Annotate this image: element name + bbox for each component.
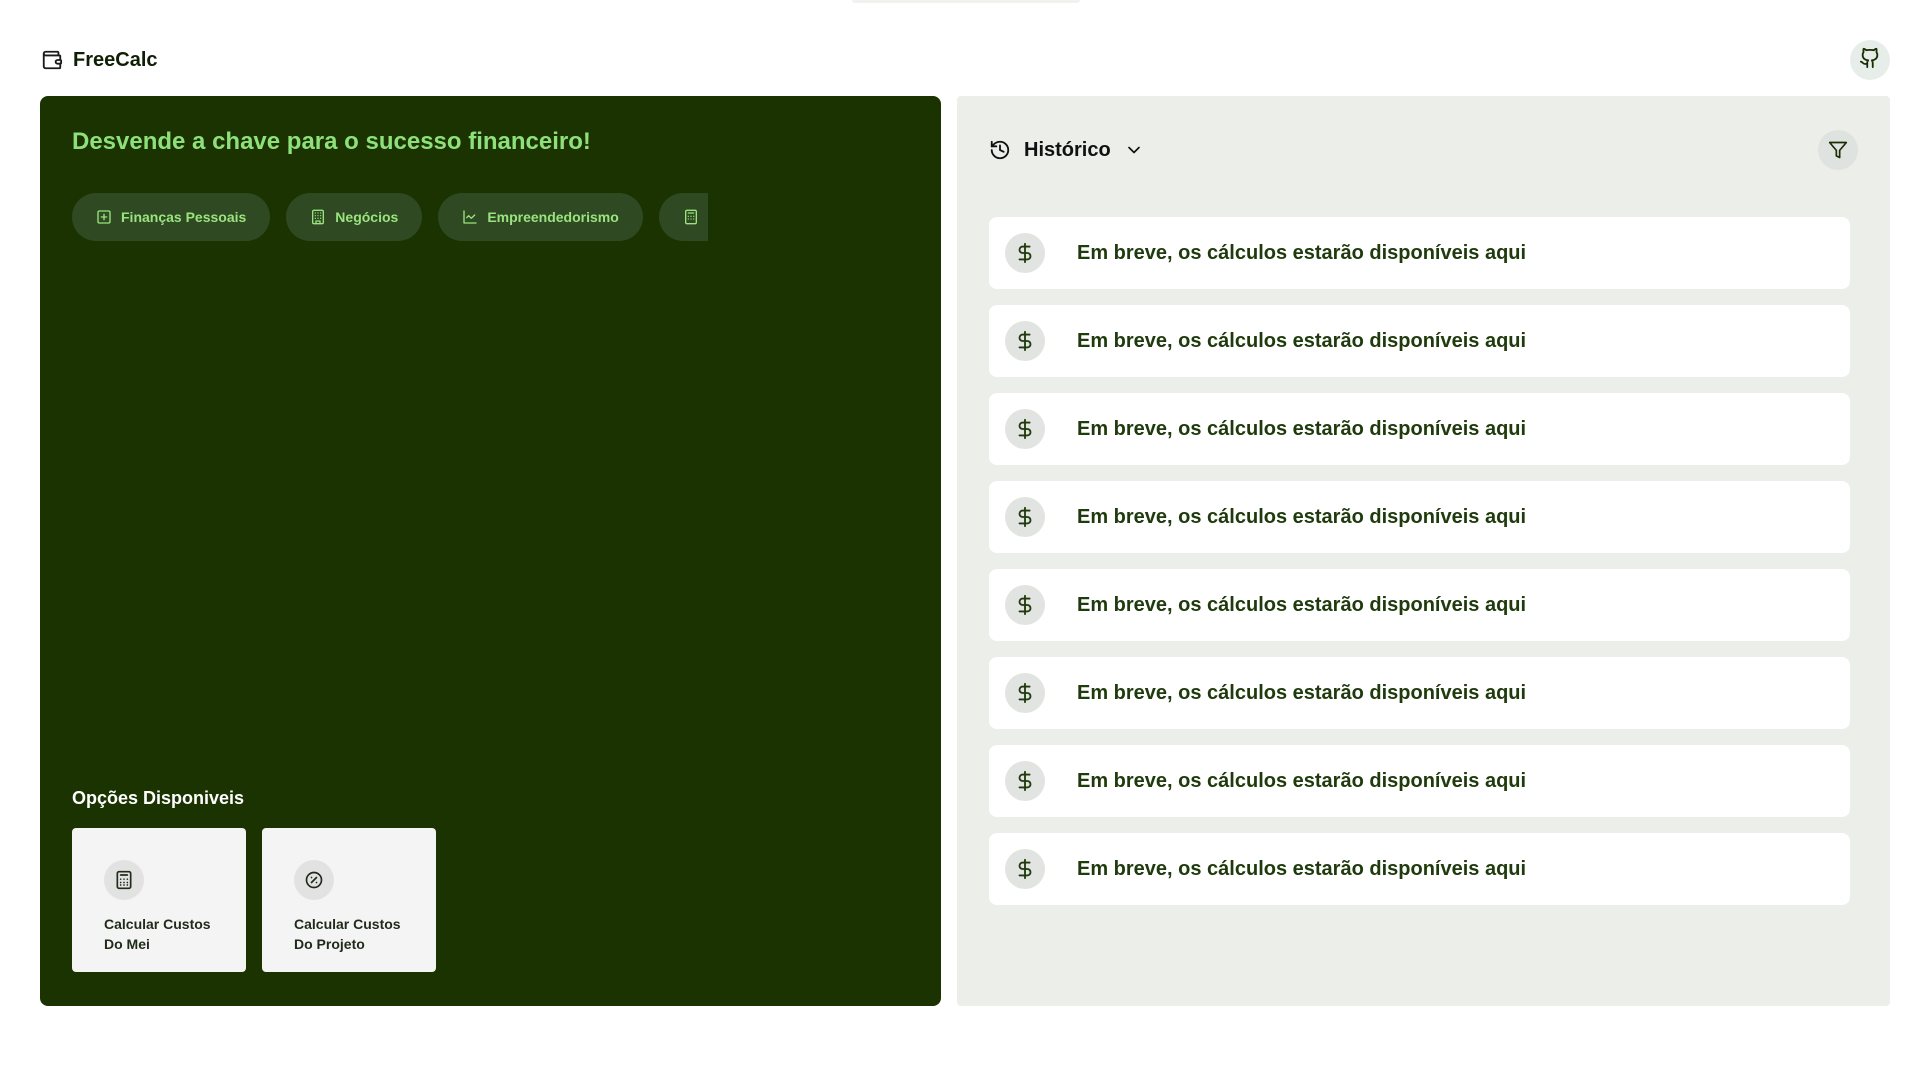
chevron-down-icon [1127,146,1140,154]
history-dropdown[interactable]: Histórico [989,139,1144,162]
list-item[interactable]: Em breve, os cálculos estarão disponívei… [989,833,1850,905]
option-card-label-line2: Do Projeto [294,936,365,952]
line-chart-icon [463,210,477,224]
building-icon [312,209,325,225]
option-card-custos-mei[interactable]: Calcular Custos Do Mei [72,828,246,972]
history-header: Histórico [989,130,1858,170]
option-card-custos-projeto[interactable]: Calcular Custos Do Projeto [262,828,436,972]
dollar-icon [1005,409,1045,449]
list-item[interactable]: Em breve, os cálculos estarão disponívei… [989,393,1850,465]
dollar-icon [1005,233,1045,273]
chip-financas-pessoais[interactable]: Finanças Pessoais [72,193,271,241]
history-item-text: Em breve, os cálculos estarão disponívei… [1077,417,1527,440]
dollar-icon [1005,673,1045,713]
chip-label: Empreendedorismo [487,209,619,225]
option-card-label-line1: Calcular Custos [294,916,401,932]
options-title: Opções Disponiveis [72,788,245,808]
list-item[interactable]: Em breve, os cálculos estarão disponívei… [989,481,1850,553]
list-item[interactable]: Em breve, os cálculos estarão disponívei… [989,569,1850,641]
filter-button[interactable] [1818,130,1858,170]
dollar-icon [1005,497,1045,537]
dollar-icon [1005,761,1045,801]
history-item-text: Em breve, os cálculos estarão disponívei… [1077,769,1527,792]
option-card-label-line2: Do Mei [104,936,150,952]
history-item-text: Em breve, os cálculos estarão disponívei… [1077,593,1527,616]
history-panel: Histórico Em breve, os cálculos estarão … [957,96,1890,1006]
ledger-icon [97,210,111,224]
top-bar: FreeCalc [41,40,1890,80]
history-item-text: Em breve, os cálculos estarão disponívei… [1077,329,1527,352]
wallet-icon [41,49,63,71]
option-card-label: Calcular Custos Do Mei [104,914,230,954]
options-cards: Calcular Custos Do Mei Calcular Custos D… [72,828,436,972]
history-item-text: Em breve, os cálculos estarão disponívei… [1077,505,1527,528]
list-item[interactable]: Em breve, os cálculos estarão disponívei… [989,305,1850,377]
top-notch [852,0,1080,3]
filter-icon [1828,141,1848,159]
calculator-icon [104,860,144,900]
chip-label: Negócios [335,209,399,225]
hero-panel: Desvende a chave para o sucesso financei… [40,96,941,1006]
history-icon [990,140,1010,160]
list-item[interactable]: Em breve, os cálculos estarão disponívei… [989,657,1850,729]
github-button[interactable] [1850,40,1890,80]
dollar-icon [1005,321,1045,361]
brand[interactable]: FreeCalc [41,49,158,72]
category-chips-scroller[interactable]: Finanças Pessoais Negócios Empreendedori… [72,193,708,241]
dollar-icon [1005,849,1045,889]
chip-negocios[interactable]: Negócios [286,193,423,241]
list-item[interactable]: Em breve, os cálculos estarão disponívei… [989,745,1850,817]
dollar-icon [1005,585,1045,625]
history-item-text: Em breve, os cálculos estarão disponívei… [1077,681,1527,704]
chip-calculadora[interactable] [658,193,708,241]
history-item-text: Em breve, os cálculos estarão disponívei… [1077,857,1527,880]
app-title: FreeCalc [73,48,158,71]
option-card-label-line1: Calcular Custos [104,916,211,932]
hero-headline: Desvende a chave para o sucesso financei… [72,128,591,155]
calculator-icon [684,209,697,225]
option-card-label: Calcular Custos Do Projeto [294,914,420,954]
history-list: Em breve, os cálculos estarão disponívei… [989,217,1850,905]
chip-empreendedorismo[interactable]: Empreendedorismo [438,193,643,241]
history-title: Histórico [1024,138,1111,161]
list-item[interactable]: Em breve, os cálculos estarão disponívei… [989,217,1850,289]
github-icon [1859,47,1881,74]
history-item-text: Em breve, os cálculos estarão disponívei… [1077,241,1527,264]
badge-percent-icon [294,860,334,900]
chip-label: Finanças Pessoais [121,209,247,225]
